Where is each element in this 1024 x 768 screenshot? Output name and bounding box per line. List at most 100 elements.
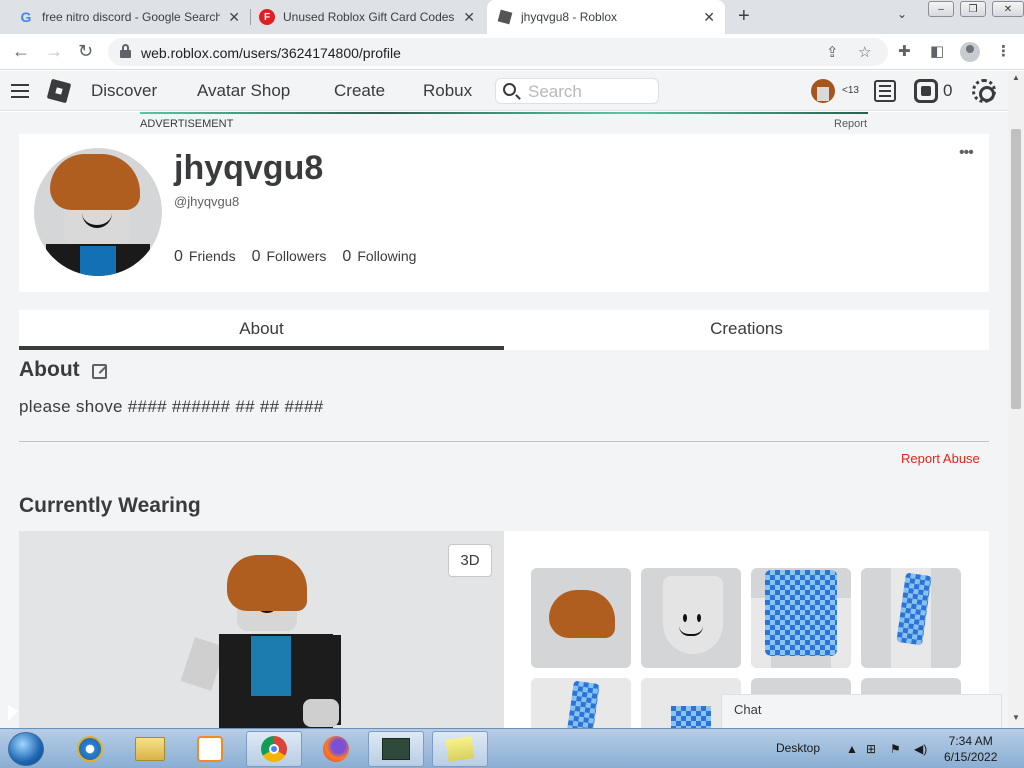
media-player-icon[interactable] [182, 731, 238, 767]
chrome-icon[interactable] [246, 731, 302, 767]
reload-icon[interactable]: ↻ [78, 41, 93, 62]
profile-display-name: jhyqvgu8 [174, 149, 324, 187]
avatar-headshot [34, 148, 162, 276]
hamburger-menu-icon[interactable] [11, 84, 29, 98]
edit-pencil-icon[interactable] [92, 364, 107, 379]
chat-bar[interactable]: Chat [721, 694, 1002, 728]
tab-about[interactable]: About [19, 310, 504, 350]
avatar-3d-viewer[interactable]: 3D [19, 531, 504, 728]
scrollbar-thumb[interactable] [1011, 129, 1021, 409]
advertisement-banner[interactable] [140, 112, 868, 114]
close-icon[interactable]: ✕ [463, 9, 475, 26]
search-input[interactable]: Search [495, 78, 659, 104]
close-window-button[interactable]: ✕ [992, 1, 1024, 17]
item-sleeve[interactable] [861, 568, 961, 668]
friends-stat[interactable]: 0 Friends [174, 248, 236, 266]
desktop-toolbar-label[interactable]: Desktop [776, 741, 820, 755]
firefox-icon[interactable] [308, 731, 364, 767]
windows-taskbar: Desktop ▲ ⊞ ⚑ ◀) 7:34 AM 6/15/2022 [0, 728, 1024, 768]
bookmark-star-icon[interactable]: ☆ [858, 43, 871, 61]
divider [19, 441, 989, 442]
profile-page: ADVERTISEMENT Report jhyqvgu8 @jhyqvgu8 … [0, 112, 1008, 728]
item-shirt-partial[interactable] [531, 678, 631, 728]
about-heading: About [19, 358, 80, 381]
close-icon[interactable]: ✕ [228, 9, 240, 26]
age-bracket-label: <13 [842, 85, 859, 96]
lock-icon [120, 44, 131, 58]
browser-menu-kebab-icon[interactable]: ⋮ [996, 42, 1011, 60]
google-icon: G [20, 9, 32, 25]
clock-date: 6/15/2022 [944, 750, 998, 764]
ad-report-link[interactable]: Report [834, 118, 867, 130]
back-arrow-icon[interactable]: ← [12, 41, 30, 62]
new-tab-plus-icon[interactable]: + [738, 5, 750, 28]
nav-avatar-shop[interactable]: Avatar Shop [197, 81, 290, 101]
tab-creations[interactable]: Creations [504, 310, 989, 350]
tab-title: Unused Roblox Gift Card Codes [283, 10, 455, 24]
header-avatar-thumbnail[interactable] [811, 79, 835, 103]
browser-tab-giftcards[interactable]: F Unused Roblox Gift Card Codes ✕ [259, 0, 485, 34]
browser-tab-roblox[interactable]: jhyqvgu8 - Roblox ✕ [487, 0, 725, 34]
robux-balance[interactable]: 0 [943, 81, 952, 101]
about-description: please shove #### ###### ## ## #### [19, 397, 324, 416]
browser-profile-icon[interactable] [960, 42, 980, 62]
extensions-puzzle-icon[interactable]: ✚ [898, 42, 911, 60]
nav-robux[interactable]: Robux [423, 81, 472, 101]
following-stat[interactable]: 0 Following [342, 248, 416, 266]
close-icon[interactable]: ✕ [703, 9, 715, 26]
minimize-button[interactable]: – [928, 1, 954, 17]
chat-label: Chat [734, 702, 762, 717]
action-center-flag-icon[interactable]: ⚑ [890, 742, 901, 756]
tab-title: free nitro discord - Google Search [42, 10, 220, 24]
site-favicon-icon: F [259, 9, 275, 25]
nav-create[interactable]: Create [334, 81, 385, 101]
advertisement-label: ADVERTISEMENT [140, 118, 234, 130]
clock-time: 7:34 AM [948, 734, 993, 748]
robux-icon[interactable] [914, 79, 938, 103]
item-hair[interactable] [531, 568, 631, 668]
terminal-app-icon[interactable] [368, 731, 424, 767]
profile-header-card: jhyqvgu8 @jhyqvgu8 0 Friends 0 Followers 0… [19, 134, 989, 292]
roblox-favicon-icon [497, 9, 513, 25]
search-placeholder: Search [528, 82, 582, 101]
file-explorer-icon[interactable] [122, 731, 178, 767]
settings-gear-icon[interactable] [972, 79, 996, 103]
sticky-notes-icon[interactable] [432, 731, 488, 767]
toggle-3d-button[interactable]: 3D [448, 544, 492, 577]
system-clock[interactable]: 7:34 AM 6/15/2022 [944, 733, 997, 765]
more-options-icon[interactable]: ••• [959, 144, 974, 162]
side-panel-icon[interactable]: ◧ [930, 42, 944, 60]
followers-stat[interactable]: 0 Followers [252, 248, 327, 266]
network-icon[interactable]: ⊞ [866, 742, 876, 756]
tab-search-chevron-icon[interactable]: ⌄ [897, 7, 907, 21]
item-head[interactable] [641, 568, 741, 668]
roblox-logo-icon[interactable] [46, 78, 72, 104]
window-controls: – ❐ ✕ [928, 1, 1024, 17]
page-scrollbar[interactable]: ▲ ▼ [1008, 71, 1024, 728]
notifications-list-icon[interactable] [874, 80, 896, 102]
tab-separator [250, 9, 251, 25]
scroll-up-arrow-icon[interactable]: ▲ [1012, 73, 1020, 82]
address-bar[interactable]: web.roblox.com/users/3624174800/profile … [108, 38, 888, 66]
browser-tabstrip: G free nitro discord - Google Search ✕ F… [0, 0, 1024, 34]
profile-tabs: About Creations [19, 310, 989, 350]
scroll-down-arrow-icon[interactable]: ▼ [1012, 713, 1020, 722]
report-abuse-link[interactable]: Report Abuse [901, 451, 980, 466]
roblox-header: Discover Avatar Shop Create Robux Search… [0, 71, 1008, 111]
tab-title: jhyqvgu8 - Roblox [521, 10, 618, 24]
share-icon[interactable]: ⇪ [826, 43, 839, 61]
nav-discover[interactable]: Discover [91, 81, 157, 101]
tray-expand-icon[interactable]: ▲ [846, 742, 858, 756]
volume-icon[interactable]: ◀) [914, 742, 927, 756]
internet-explorer-icon[interactable] [62, 731, 118, 767]
search-icon [503, 83, 516, 96]
url-text: web.roblox.com/users/3624174800/profile [141, 45, 401, 61]
browser-tab-google[interactable]: G free nitro discord - Google Search ✕ [18, 0, 250, 34]
mouse-cursor [8, 705, 18, 721]
forward-arrow-icon[interactable]: → [45, 41, 63, 62]
maximize-button[interactable]: ❐ [960, 1, 986, 17]
currently-wearing-heading: Currently Wearing [19, 494, 201, 517]
item-shirt[interactable] [751, 568, 851, 668]
browser-toolbar: ← → ↻ web.roblox.com/users/3624174800/pr… [0, 34, 1024, 70]
start-button[interactable] [8, 732, 44, 766]
